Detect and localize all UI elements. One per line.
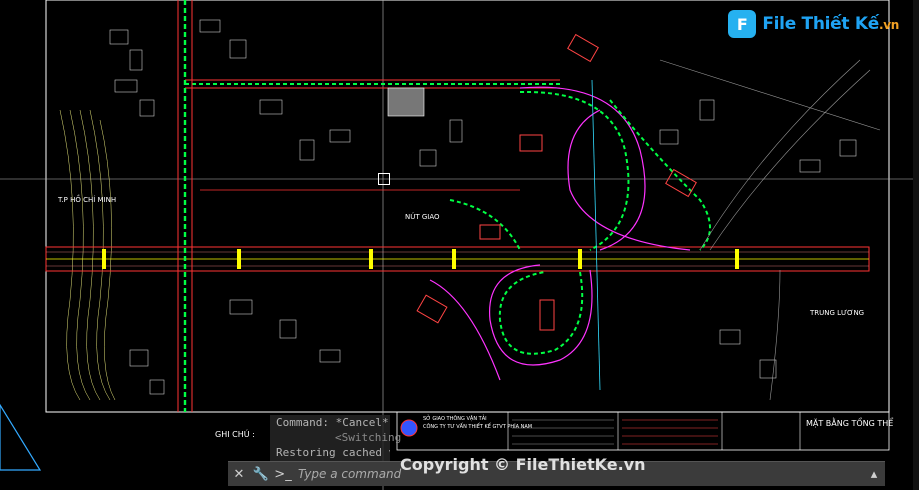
drawing-frame: [45, 0, 890, 413]
logo-text: File Thiết Kế: [762, 14, 879, 34]
label-right-city: TRUNG LƯƠNG: [810, 309, 865, 317]
command-prompt-icon: >_: [274, 466, 292, 482]
chevron-up-icon[interactable]: ▴: [863, 463, 885, 485]
label-left-city: T.P HỒ CHÍ MINH: [58, 196, 117, 204]
site-logo: F File Thiết Kế.vn: [728, 10, 899, 38]
highlight-blocks: [416, 33, 697, 331]
command-history-line-1: Command: *Cancel*: [276, 416, 389, 429]
logo-mark-icon: F: [728, 10, 757, 38]
command-history-line-2: <Switching: [335, 431, 402, 444]
logo-domain: .vn: [878, 18, 899, 32]
main-highway: [45, 246, 870, 272]
cursor-pickbox: [378, 173, 390, 185]
secondary-roads: [659, 59, 881, 401]
vertical-road: [177, 0, 193, 412]
command-history-line-3: Restoring cached v: [276, 446, 390, 459]
terrain-contours: [59, 109, 116, 401]
building-outlines: [109, 19, 857, 395]
copyright-watermark: Copyright © FileThietKe.vn: [400, 455, 646, 474]
notes-title: GHI CHÚ :: [215, 430, 255, 439]
upper-road: [185, 79, 560, 191]
vertical-scrollbar[interactable]: [913, 0, 919, 490]
label-interchange: NÚT GIAO: [405, 213, 440, 221]
title-block-company: CÔNG TY TƯ VẤN THIẾT KẾ GTVT PHÍA NAM: [423, 424, 533, 430]
ucs-icon: [0, 403, 42, 471]
interchange-loops: [429, 79, 711, 391]
wrench-icon[interactable]: 🔧: [250, 463, 272, 485]
title-block-dept: SỞ GIAO THÔNG VẬN TẢI: [423, 416, 487, 422]
central-building: [387, 87, 425, 117]
company-seal: [400, 419, 418, 437]
close-icon[interactable]: ✕: [228, 463, 250, 485]
sheet-title: MẶT BẰNG TỔNG THỂ: [806, 419, 894, 428]
